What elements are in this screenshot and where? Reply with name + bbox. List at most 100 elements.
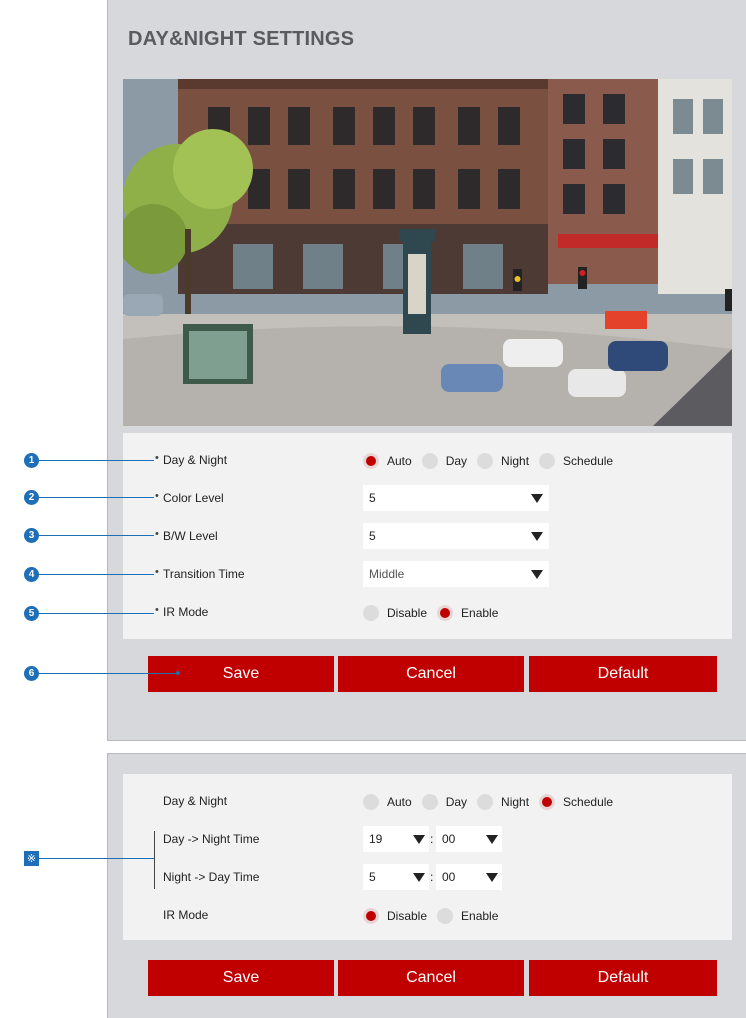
radio-schedule[interactable]: Schedule (539, 794, 613, 810)
schedule-example-panel: Day & Night Auto Day Night Schedule Day … (107, 753, 746, 1018)
radio-disable[interactable]: Disable (363, 908, 427, 924)
day-to-night-hour-select[interactable]: 19 (363, 826, 429, 852)
radio-enable[interactable]: Enable (437, 605, 498, 621)
radio-day-circle[interactable] (421, 453, 438, 469)
color-level-value: 5 (369, 491, 376, 505)
chevron-down-icon (413, 873, 425, 882)
day-night-label: Day & Night (155, 452, 227, 467)
camera-preview-image (123, 79, 732, 426)
bw-level-select[interactable]: 5 (363, 523, 549, 549)
day-to-night-hour-value: 19 (369, 832, 383, 846)
radio-day-circle[interactable] (421, 794, 438, 810)
callout-marker-5: 5 (24, 606, 39, 621)
day-night-settings-panel: DAY&NIGHT SETTINGS • Day & Night Auto Da… (107, 0, 746, 741)
callout-line-6 (38, 673, 178, 674)
chevron-down-icon (486, 835, 498, 844)
radio-auto[interactable]: Auto (363, 794, 412, 810)
night-to-day-minute-select[interactable]: 00 (436, 864, 502, 890)
radio-night-circle[interactable] (477, 794, 494, 810)
chevron-down-icon (486, 873, 498, 882)
radio-schedule-circle[interactable] (539, 453, 556, 469)
schedule-day-night-row: Day & Night Auto Day Night Schedule (123, 791, 732, 813)
note-bracket (154, 831, 155, 889)
radio-disable-label: Disable (387, 909, 428, 923)
radio-day[interactable]: Day (421, 453, 468, 469)
note-marker-icon: ※ (24, 851, 39, 866)
night-to-day-minute-value: 00 (442, 870, 456, 884)
callout-marker-6: 6 (24, 666, 39, 681)
radio-auto-label: Auto (387, 454, 412, 468)
save-button[interactable]: Save (148, 960, 334, 996)
transition-time-select[interactable]: Middle (363, 561, 549, 587)
settings-form: Day & Night Auto Day Night Schedule Colo… (123, 433, 732, 639)
night-to-day-hour-select[interactable]: 5 (363, 864, 429, 890)
radio-auto-circle[interactable] (363, 453, 379, 469)
radio-enable-label: Enable (461, 909, 499, 923)
color-level-row: Color Level 5 (123, 485, 732, 511)
chevron-down-icon (531, 532, 543, 541)
radio-schedule-circle[interactable] (539, 794, 556, 810)
radio-disable-label: Disable (387, 606, 428, 620)
ir-mode-label: IR Mode (155, 604, 208, 619)
radio-disable-circle[interactable] (363, 605, 379, 621)
schedule-ir-mode-radio-group: Disable Enable (363, 905, 508, 927)
default-button[interactable]: Default (529, 656, 717, 692)
radio-enable-circle[interactable] (437, 605, 454, 621)
radio-enable[interactable]: Enable (437, 908, 498, 924)
cancel-button[interactable]: Cancel (338, 656, 524, 692)
radio-auto-circle[interactable] (363, 794, 379, 810)
radio-schedule-label: Schedule (563, 795, 614, 809)
radio-night-label: Night (501, 795, 530, 809)
chevron-down-icon (531, 494, 543, 503)
default-button[interactable]: Default (529, 960, 717, 996)
callout-marker-3: 3 (24, 528, 39, 543)
schedule-ir-mode-label: IR Mode (163, 908, 209, 922)
radio-schedule[interactable]: Schedule (539, 453, 613, 469)
camera-scene-illustration (123, 79, 732, 426)
color-level-select[interactable]: 5 (363, 485, 549, 511)
ir-mode-row: IR Mode Disable Enable (123, 602, 732, 624)
radio-day-label: Day (445, 795, 468, 809)
day-night-row: Day & Night Auto Day Night Schedule (123, 450, 732, 472)
chevron-down-icon (531, 570, 543, 579)
radio-schedule-label: Schedule (563, 454, 614, 468)
callout-marker-2: 2 (24, 490, 39, 505)
time-separator: : (430, 870, 434, 884)
page-title: DAY&NIGHT SETTINGS (128, 28, 355, 50)
radio-disable[interactable]: Disable (363, 605, 427, 621)
callout-marker-1: 1 (24, 453, 39, 468)
radio-auto-label: Auto (387, 795, 412, 809)
callout-marker-4: 4 (24, 567, 39, 582)
radio-enable-label: Enable (461, 606, 499, 620)
day-to-night-row: Day -> Night Time 19 : 00 (123, 826, 732, 852)
radio-day[interactable]: Day (421, 794, 468, 810)
day-to-night-minute-select[interactable]: 00 (436, 826, 502, 852)
night-to-day-row: Night -> Day Time 5 : 00 (123, 864, 732, 890)
radio-night[interactable]: Night (477, 453, 529, 469)
schedule-settings-form: Day & Night Auto Day Night Schedule Day … (123, 774, 732, 940)
cancel-button[interactable]: Cancel (338, 960, 524, 996)
radio-disable-circle[interactable] (363, 908, 379, 924)
transition-time-label: Transition Time (155, 566, 245, 581)
radio-night-circle[interactable] (477, 453, 494, 469)
callout-line-1 (38, 460, 154, 461)
callout-dot-6 (176, 671, 180, 675)
radio-night[interactable]: Night (477, 794, 529, 810)
day-to-night-minute-value: 00 (442, 832, 456, 846)
ir-mode-radio-group: Disable Enable (363, 602, 508, 624)
day-to-night-label: Day -> Night Time (163, 832, 260, 846)
bw-level-label: B/W Level (155, 528, 218, 543)
callout-line-4 (38, 574, 154, 575)
time-separator: : (430, 832, 434, 846)
radio-enable-circle[interactable] (437, 908, 454, 924)
bw-level-value: 5 (369, 529, 376, 543)
radio-auto[interactable]: Auto (363, 453, 412, 469)
chevron-down-icon (413, 835, 425, 844)
day-night-radio-group: Auto Day Night Schedule (363, 450, 623, 472)
radio-day-label: Day (445, 454, 468, 468)
note-callout-line (38, 858, 154, 859)
radio-night-label: Night (501, 454, 530, 468)
bw-level-row: B/W Level 5 (123, 523, 732, 549)
callout-line-5 (38, 613, 154, 614)
callout-line-3 (38, 535, 154, 536)
